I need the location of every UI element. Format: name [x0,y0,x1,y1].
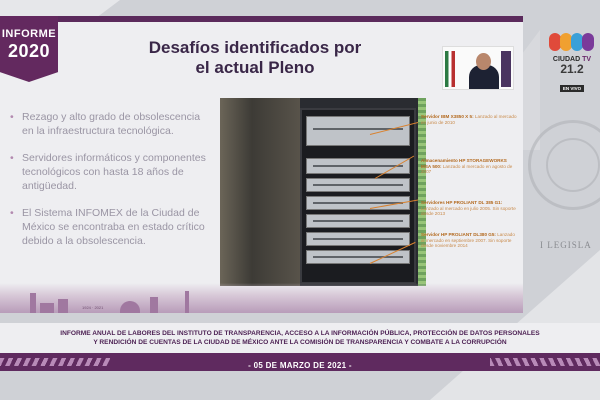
server-unit [306,116,410,146]
slide-title-line2: el actual Pleno [195,58,315,77]
event-date: - 05 DE MARZO DE 2021 - [248,361,352,370]
server-rack-photo [220,98,418,286]
building-shape [120,301,140,313]
monument-icon [30,293,36,313]
channel-number: 21.2 [560,62,584,76]
channel-logo: CIUDAD TV 21.2 EN VIVO [548,30,596,100]
server-unit [306,214,410,228]
annotation-item: Servidor HP PROLIANT DL380 G5: Lanzado a… [421,232,517,249]
bullet-item: Servidores informáticos y componentes te… [10,151,210,193]
flag-icon [445,51,455,87]
annotation-title: Servidor HP PROLIANT DL380 G5: [421,232,496,237]
seal-inner-ring [546,138,600,192]
building-shape [150,297,158,313]
annotation-text: Lanzado al mercado en julio 2005. Sin so… [421,205,516,217]
tower-icon [185,291,189,313]
decorative-stripes [0,358,110,366]
badge-line1: INFORME [1,28,57,40]
channel-bubbles-icon [548,30,596,54]
server-rack [300,108,416,284]
badge-line2: 2020 [7,41,51,61]
skyline-caption: 1924 · 2021 [82,305,104,310]
flag-icon [501,51,511,87]
decorative-stripes [490,358,600,366]
presentation-slide: INFORME 2020 Desafíos identificados por … [0,16,523,313]
live-badge: EN VIVO [559,85,585,92]
annotation-title: Servidor IBM X3850 X 5: [421,114,474,119]
annotation-item: Servidor IBM X3850 X 5: Lanzado al merca… [421,114,517,125]
event-info-line2: Y RENDICIÓN DE CUENTAS DE LA CIUDAD DE M… [93,339,507,346]
presenter-head [476,53,491,70]
informe-badge-logo: INFORME 2020 [0,16,58,82]
building-shape [58,299,68,313]
server-unit [306,232,410,246]
slide-title-line1: Desafíos identificados por [148,38,362,57]
building-shape [40,303,54,313]
server-unit [306,178,410,192]
slide-top-bar [0,16,523,22]
bullet-item: El Sistema INFOMEX de la Ciudad de Méxic… [10,206,210,248]
legislature-text: I LEGISLA [540,240,592,250]
annotation-title: Servidores HP PROLIANT DL 385 G1: [421,200,503,205]
bullet-item: Rezago y alto grado de obsolescencia en … [10,110,210,138]
photo-background-rack [220,98,300,286]
server-annotations: Servidor IBM X3850 X 5: Lanzado al merca… [421,114,517,284]
event-info-line1: INFORME ANUAL DE LABORES DEL INSTITUTO D… [60,330,540,337]
annotation-item: Almacenamiento HP STORAGEWORKS MSA 500: … [421,158,517,175]
bubble-shape [582,33,594,51]
annotation-item: Servidores HP PROLIANT DL 385 G1: Lanzad… [421,200,517,217]
presenter-video-inset [442,46,514,90]
slide-title: Desafíos identificados por el actual Ple… [90,38,420,78]
city-skyline-decoration: 1924 · 2021 [0,283,523,313]
bullet-list: Rezago y alto grado de obsolescencia en … [10,110,210,261]
event-info-banner: INFORME ANUAL DE LABORES DEL INSTITUTO D… [0,323,600,353]
